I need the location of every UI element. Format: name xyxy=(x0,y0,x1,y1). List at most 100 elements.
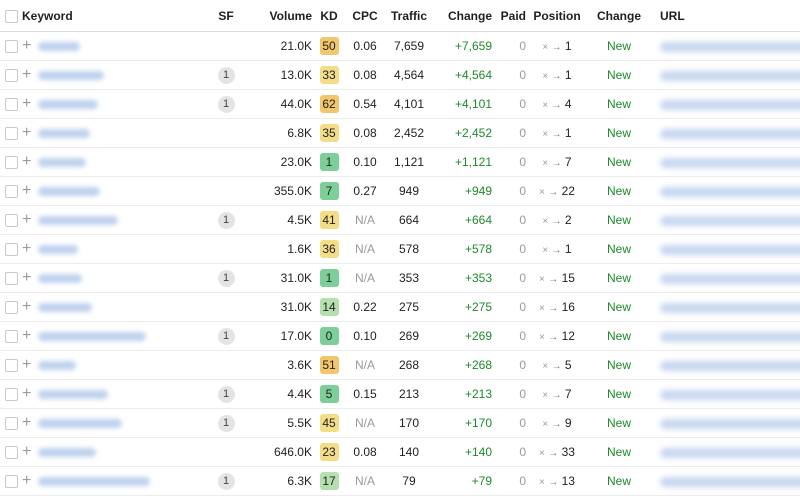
row-checkbox[interactable] xyxy=(4,272,18,286)
url-link-redacted[interactable] xyxy=(660,331,800,342)
plus-icon[interactable]: + xyxy=(22,124,31,141)
keyword-link-redacted[interactable] xyxy=(38,99,99,109)
serp-features-badge[interactable]: 1 xyxy=(217,414,235,432)
row-checkbox[interactable] xyxy=(4,69,18,83)
row-checkbox[interactable] xyxy=(4,156,18,170)
url-link-redacted[interactable] xyxy=(660,41,800,52)
url-link-redacted[interactable] xyxy=(660,157,800,168)
row-checkbox[interactable] xyxy=(4,330,18,344)
url-link-redacted[interactable] xyxy=(660,418,800,429)
plus-icon[interactable]: + xyxy=(22,269,31,286)
keyword-link-redacted[interactable] xyxy=(38,360,77,370)
table-row[interactable]: + 1 4.4K 5 0.15 213 +213 0 × → 7 New xyxy=(0,379,800,409)
table-row[interactable]: + 31.0K 14 0.22 275 +275 0 × → 16 New xyxy=(0,292,800,322)
table-row[interactable]: + 3.6K 51 N/A 268 +268 0 × → 5 New xyxy=(0,350,800,380)
plus-icon[interactable]: + xyxy=(22,327,31,344)
plus-icon[interactable]: + xyxy=(22,443,31,460)
table-row[interactable]: + 1.6K 36 N/A 578 +578 0 × → 1 New xyxy=(0,234,800,264)
position-change-column-header[interactable]: Change xyxy=(588,0,650,32)
url-link-redacted[interactable] xyxy=(660,70,800,81)
url-link-redacted[interactable] xyxy=(660,360,800,371)
row-checkbox[interactable] xyxy=(4,214,18,228)
keyword-link-redacted[interactable] xyxy=(38,244,79,254)
keyword-link-redacted[interactable] xyxy=(38,70,105,80)
keyword-link-redacted[interactable] xyxy=(38,302,93,312)
url-link-redacted[interactable] xyxy=(660,244,800,255)
row-checkbox[interactable] xyxy=(4,417,18,431)
table-row[interactable]: + 1 44.0K 62 0.54 4,101 +4,101 0 × → 4 New xyxy=(0,89,800,119)
row-checkbox[interactable] xyxy=(4,127,18,141)
plus-icon[interactable]: + xyxy=(22,66,31,83)
url-link-redacted[interactable] xyxy=(660,447,800,458)
plus-icon[interactable]: + xyxy=(22,95,31,112)
row-checkbox[interactable] xyxy=(4,475,18,489)
keyword-link-redacted[interactable] xyxy=(38,41,81,51)
table-row[interactable]: + 646.0K 23 0.08 140 +140 0 × → 33 New xyxy=(0,437,800,467)
keyword-link-redacted[interactable] xyxy=(38,389,109,399)
table-row[interactable]: + 1 13.0K 33 0.08 4,564 +4,564 0 × → 1 New xyxy=(0,60,800,90)
keyword-column-header[interactable]: Keyword xyxy=(22,0,202,32)
row-checkbox[interactable] xyxy=(4,243,18,257)
plus-icon[interactable]: + xyxy=(22,414,31,431)
plus-icon[interactable]: + xyxy=(22,240,31,257)
serp-features-badge[interactable]: 1 xyxy=(217,211,235,229)
position-column-header[interactable]: Position xyxy=(526,0,588,32)
keyword-link-redacted[interactable] xyxy=(38,331,147,341)
row-checkbox[interactable] xyxy=(4,359,18,373)
table-row[interactable]: + 23.0K 1 0.10 1,121 +1,121 0 × → 7 New xyxy=(0,147,800,177)
row-checkbox[interactable] xyxy=(4,185,18,199)
keyword-link-redacted[interactable] xyxy=(38,476,151,486)
table-row[interactable]: + 1 5.5K 45 N/A 170 +170 0 × → 9 New xyxy=(0,408,800,438)
serp-features-badge[interactable]: 1 xyxy=(217,385,235,403)
serp-features-badge[interactable]: 1 xyxy=(217,66,235,84)
keyword-link-redacted[interactable] xyxy=(38,128,91,138)
serp-features-badge[interactable]: 1 xyxy=(217,472,235,490)
url-link-redacted[interactable] xyxy=(660,186,800,197)
row-checkbox[interactable] xyxy=(4,98,18,112)
table-row[interactable]: + 21.0K 50 0.06 7,659 +7,659 0 × → 1 New xyxy=(0,31,800,61)
traffic-column-header[interactable]: Traffic xyxy=(384,0,434,32)
table-row[interactable]: + 1 31.0K 1 N/A 353 +353 0 × → 15 New xyxy=(0,263,800,293)
table-row[interactable]: + 1 17.0K 0 0.10 269 +269 0 × → 12 New xyxy=(0,321,800,351)
plus-icon[interactable]: + xyxy=(22,153,31,170)
keyword-link-redacted[interactable] xyxy=(38,186,101,196)
url-link-redacted[interactable] xyxy=(660,389,800,400)
row-checkbox[interactable] xyxy=(4,301,18,315)
url-link-redacted[interactable] xyxy=(660,215,800,226)
url-link-redacted[interactable] xyxy=(660,128,800,139)
serp-features-badge[interactable]: 1 xyxy=(217,269,235,287)
plus-icon[interactable]: + xyxy=(22,37,31,54)
row-checkbox[interactable] xyxy=(4,388,18,402)
url-column-header[interactable]: URL xyxy=(650,0,800,32)
kd-badge: 23 xyxy=(319,443,339,461)
url-link-redacted[interactable] xyxy=(660,99,800,110)
cpc-column-header[interactable]: CPC xyxy=(346,0,384,32)
url-link-redacted[interactable] xyxy=(660,273,800,284)
plus-icon[interactable]: + xyxy=(22,298,31,315)
plus-icon[interactable]: + xyxy=(22,385,31,402)
table-row[interactable]: + 355.0K 7 0.27 949 +949 0 × → 22 New xyxy=(0,176,800,206)
serp-features-badge[interactable]: 1 xyxy=(217,327,235,345)
keyword-link-redacted[interactable] xyxy=(38,273,83,283)
keyword-link-redacted[interactable] xyxy=(38,157,87,167)
volume-column-header[interactable]: Volume xyxy=(250,0,312,32)
paid-column-header[interactable]: Paid xyxy=(492,0,526,32)
url-link-redacted[interactable] xyxy=(660,302,800,313)
select-all-checkbox[interactable] xyxy=(4,9,18,23)
table-row[interactable]: + 1 4.5K 41 N/A 664 +664 0 × → 2 New xyxy=(0,205,800,235)
table-row[interactable]: + 6.8K 35 0.08 2,452 +2,452 0 × → 1 New xyxy=(0,118,800,148)
traffic-change-column-header[interactable]: Change xyxy=(434,0,492,32)
table-row[interactable]: + 1 6.3K 17 N/A 79 +79 0 × → 13 New xyxy=(0,466,800,496)
keyword-link-redacted[interactable] xyxy=(38,418,123,428)
serp-features-badge[interactable]: 1 xyxy=(217,95,235,113)
plus-icon[interactable]: + xyxy=(22,182,31,199)
plus-icon[interactable]: + xyxy=(22,211,31,228)
sf-column-header[interactable]: SF xyxy=(202,0,250,32)
row-checkbox[interactable] xyxy=(4,40,18,54)
row-checkbox[interactable] xyxy=(4,446,18,460)
keyword-link-redacted[interactable] xyxy=(38,447,97,457)
plus-icon[interactable]: + xyxy=(22,356,31,373)
url-link-redacted[interactable] xyxy=(660,476,800,487)
keyword-link-redacted[interactable] xyxy=(38,215,119,225)
kd-column-header[interactable]: KD xyxy=(312,0,346,32)
